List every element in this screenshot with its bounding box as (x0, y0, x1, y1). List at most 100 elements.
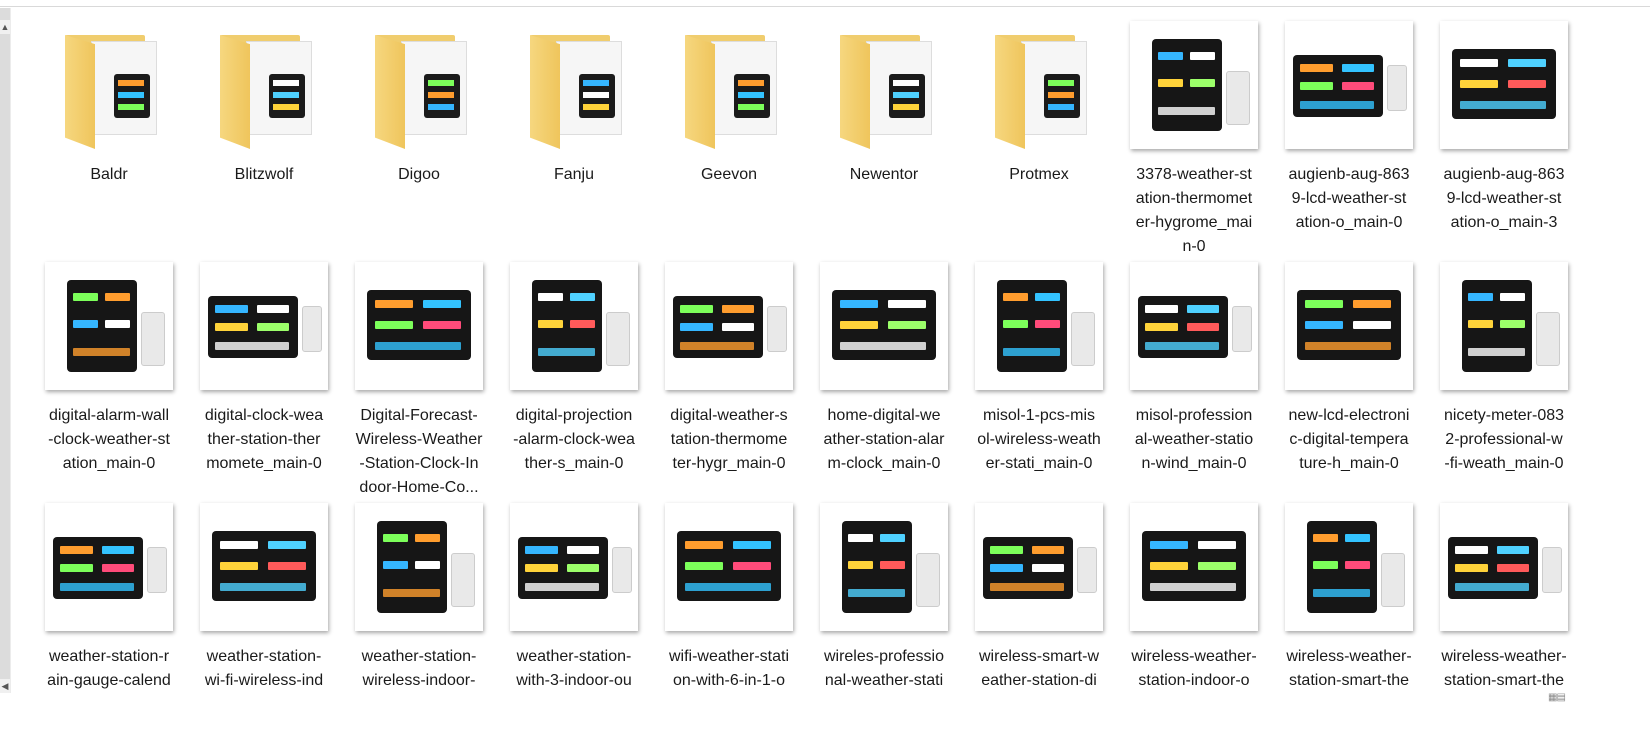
file-name-line: wireless-weather- (1441, 648, 1567, 665)
file-name-line: Baldr (90, 166, 128, 183)
file-name-line: weather-station-r (48, 648, 170, 665)
folder-item[interactable]: Digoo (344, 21, 494, 187)
image-thumbnail (1440, 503, 1568, 631)
file-name-label: Digital-Forecast- Wireless-Weather -Statio… (344, 404, 494, 500)
file-name-line: Wireless-Weather (355, 431, 483, 448)
file-name-line: station-indoor-o (1138, 672, 1250, 689)
image-file-item[interactable]: home-digital-we ather-station-alar m-clock… (809, 262, 959, 476)
file-name-line: ther-s_main-0 (524, 455, 624, 472)
file-name-line: -Station-Clock-In (359, 455, 479, 472)
image-file-item[interactable]: wireless-weather-station-smart-the (1274, 503, 1424, 693)
folder-item[interactable]: Blitzwolf (189, 21, 339, 187)
image-file-item[interactable]: new-lcd-electroni c-digital-tempera ture-h… (1274, 262, 1424, 476)
file-name-line: Protmex (1009, 166, 1069, 183)
file-name-line: -fi-weath_main-0 (1444, 455, 1564, 472)
file-name-label: wifi-weather-stati on-with-6-in-1-o (654, 645, 804, 693)
image-file-item[interactable]: weather-station-r ain-gauge-calend (34, 503, 184, 693)
file-name-line: ture-h_main-0 (1299, 455, 1399, 472)
file-name-line: wireless-indoor- (362, 672, 476, 689)
image-thumbnail (200, 262, 328, 390)
image-file-item[interactable]: augienb-aug-863 9-lcd-weather-st ation-o_m… (1429, 21, 1579, 235)
file-name-line: station-smart-the (1443, 672, 1565, 689)
file-name-line: Digoo (398, 166, 440, 183)
image-file-item[interactable]: weather-station-with-3-indoor-ou (499, 503, 649, 693)
file-name-line: tation-thermome (670, 431, 788, 448)
file-name-line: wireless-weather- (1131, 648, 1257, 665)
folder-item[interactable]: Fanju (499, 21, 649, 187)
image-file-item[interactable]: Digital-Forecast- Wireless-Weather -Statio… (344, 262, 494, 500)
image-thumbnail (1130, 262, 1258, 390)
file-name-line: 9-lcd-weather-st (1446, 190, 1562, 207)
file-name-label: new-lcd-electroni c-digital-tempera ture-h… (1274, 404, 1424, 476)
image-file-item[interactable]: weather-station-wi-fi-wireless-ind (189, 503, 339, 693)
file-name-label: digital-weather-s tation-thermome ter-hygr… (654, 404, 804, 476)
file-name-line: digital-weather-s (670, 407, 788, 424)
file-name-line: nal-weather-stati (824, 672, 944, 689)
file-name-line: weather-station- (206, 648, 322, 665)
file-name-line: misol-profession (1135, 407, 1253, 424)
file-name-line: ation-thermomet (1135, 190, 1253, 207)
file-name-label: wireless-weather-station-smart-the (1429, 645, 1579, 693)
view-toggle-icons[interactable]: ▦▤ (1548, 692, 1566, 703)
file-name-line: m-clock_main-0 (827, 455, 941, 472)
file-name-line: augienb-aug-863 (1288, 166, 1410, 183)
image-file-item[interactable]: augienb-aug-863 9-lcd-weather-st ation-o_m… (1274, 21, 1424, 235)
file-name-label: 3378-weather-st ation-thermomet er-hygrome… (1119, 163, 1269, 259)
file-name-label: weather-station-wi-fi-wireless-ind (189, 645, 339, 693)
file-name-line: ther-station-ther (207, 431, 321, 448)
folder-item[interactable]: Protmex (964, 21, 1114, 187)
file-name-line: n-0 (1182, 238, 1206, 255)
file-name-label: digital-alarm-wall -clock-weather-st ation… (34, 404, 184, 476)
file-name-line: digital-projection (515, 407, 633, 424)
file-name-line: Fanju (553, 166, 595, 183)
folder-item[interactable]: Baldr (34, 21, 184, 187)
folder-icon (200, 21, 328, 149)
image-file-item[interactable]: misol-profession al-weather-statio n-wind_… (1119, 262, 1269, 476)
folder-icon (820, 21, 948, 149)
file-name-label: augienb-aug-863 9-lcd-weather-st ation-o_m… (1274, 163, 1424, 235)
file-name-label: digital-clock-wea ther-station-ther momete… (189, 404, 339, 476)
file-name-label: wireless-smart-w eather-station-di (964, 645, 1114, 693)
image-file-item[interactable]: wireles-professio nal-weather-stati (809, 503, 959, 693)
image-thumbnail (1285, 262, 1413, 390)
folder-item[interactable]: Newentor (809, 21, 959, 187)
image-file-item[interactable]: nicety-meter-083 2-professional-w -fi-weat… (1429, 262, 1579, 476)
file-name-label: misol-profession al-weather-statio n-wind_… (1119, 404, 1269, 476)
image-file-item[interactable]: digital-projection -alarm-clock-wea ther-s… (499, 262, 649, 476)
scroll-up-arrow-icon[interactable]: ▲ (0, 20, 10, 34)
file-name-label: wireless-weather-station-indoor-o (1119, 645, 1269, 693)
file-name-line: wireless-smart-w (979, 648, 1099, 665)
file-name-line: wi-fi-wireless-ind (204, 672, 324, 689)
file-name-line: new-lcd-electroni (1288, 407, 1410, 424)
file-name-line: Digital-Forecast- (360, 407, 478, 424)
file-name-line: er-stati_main-0 (985, 455, 1093, 472)
image-file-item[interactable]: wireless-smart-w eather-station-di (964, 503, 1114, 693)
image-file-item[interactable]: misol-1-pcs-mis ol-wireless-weath er-stati… (964, 262, 1114, 476)
image-file-item[interactable]: digital-alarm-wall -clock-weather-st ation… (34, 262, 184, 476)
file-name-label: weather-station-r ain-gauge-calend (34, 645, 184, 693)
folder-item[interactable]: Geevon (654, 21, 804, 187)
file-name-line: 2-professional-w (1445, 431, 1563, 448)
image-thumbnail (665, 503, 793, 631)
file-name-line: 9-lcd-weather-st (1291, 190, 1407, 207)
folder-icon (355, 21, 483, 149)
file-name-line: weather-station- (516, 648, 632, 665)
file-name-line: with-3-indoor-ou (516, 672, 632, 689)
scroll-left-arrow-icon[interactable]: ◀ (0, 679, 10, 693)
file-name-line: station-smart-the (1288, 672, 1410, 689)
image-file-item[interactable]: wireless-weather-station-indoor-o (1119, 503, 1269, 693)
file-name-line: eather-station-di (981, 672, 1097, 689)
image-thumbnail (1130, 503, 1258, 631)
file-name-label: wireless-weather-station-smart-the (1274, 645, 1424, 693)
image-file-item[interactable]: wireless-weather-station-smart-the (1429, 503, 1579, 693)
file-name-line: ation_main-0 (62, 455, 156, 472)
navigation-pane-scrollbar[interactable]: ▲ ◀ (0, 8, 11, 693)
file-name-label: weather-station-with-3-indoor-ou (499, 645, 649, 693)
image-file-item[interactable]: wifi-weather-stati on-with-6-in-1-o (654, 503, 804, 693)
image-file-item[interactable]: weather-station-wireless-indoor- (344, 503, 494, 693)
image-file-item[interactable]: digital-clock-wea ther-station-ther momete… (189, 262, 339, 476)
file-name-line: wifi-weather-stati (668, 648, 790, 665)
file-name-line: al-weather-statio (1134, 431, 1254, 448)
image-file-item[interactable]: digital-weather-s tation-thermome ter-hygr… (654, 262, 804, 476)
image-file-item[interactable]: 3378-weather-st ation-thermomet er-hygrome… (1119, 21, 1269, 259)
